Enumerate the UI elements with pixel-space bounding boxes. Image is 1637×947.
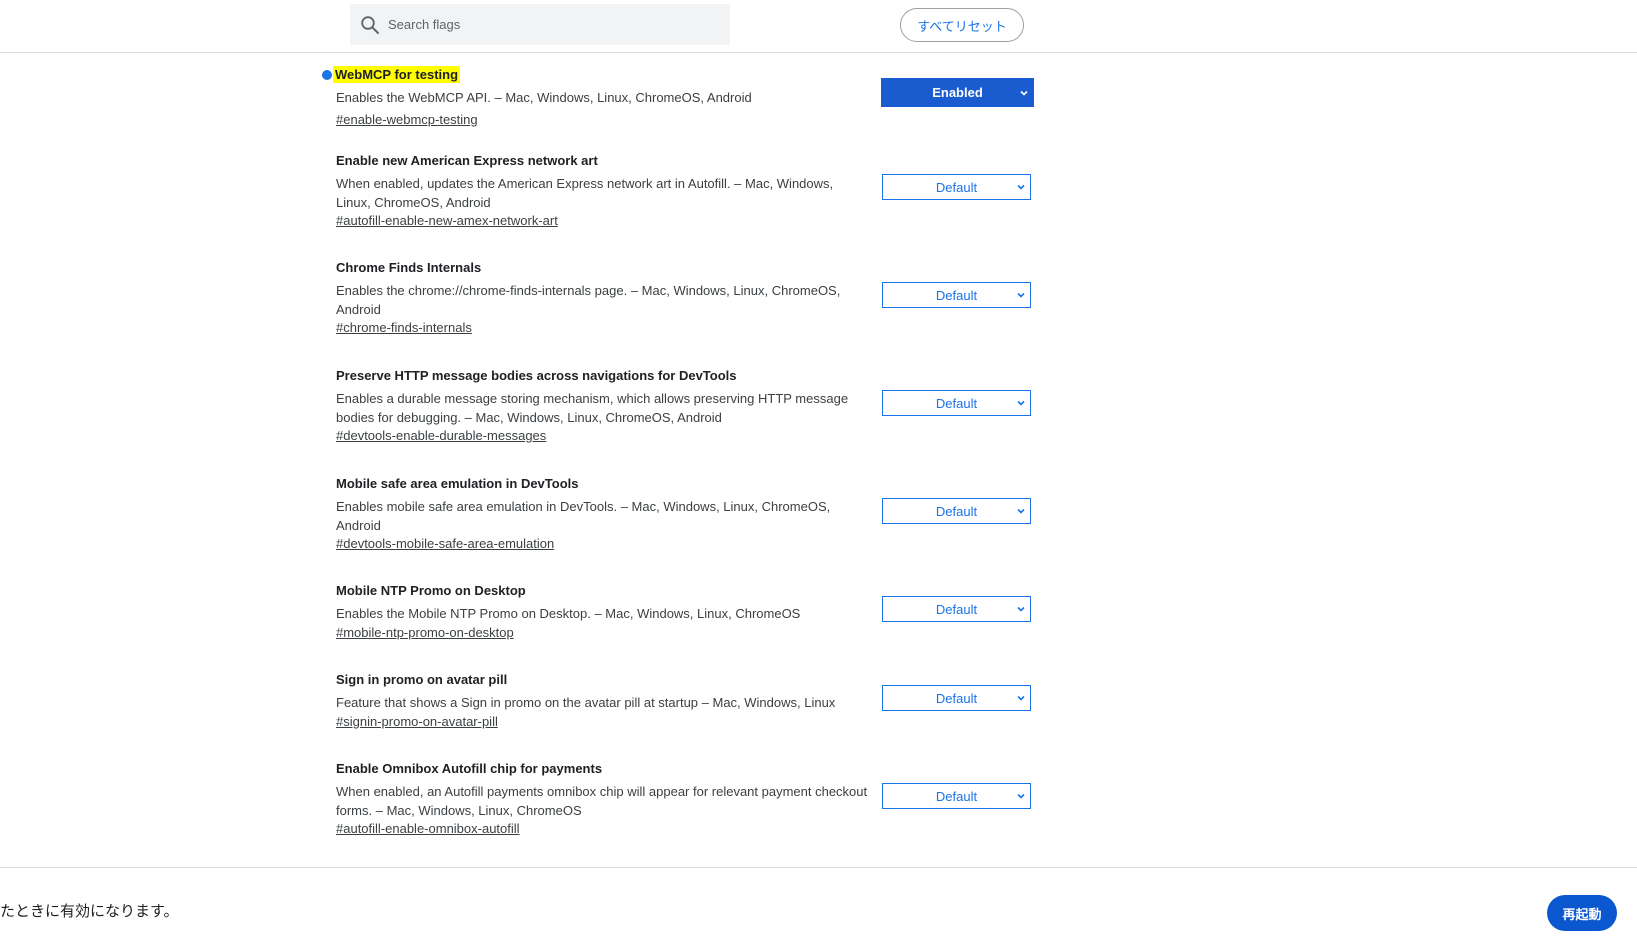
- search-box[interactable]: [350, 4, 730, 45]
- flag-description: Enables the WebMCP API. – Mac, Windows, …: [336, 90, 752, 105]
- flag-state-value: Default: [935, 503, 978, 519]
- flag-link[interactable]: #enable-webmcp-testing: [336, 111, 478, 128]
- chevron-down-icon: [1017, 184, 1025, 190]
- chevron-down-icon: [1020, 90, 1028, 96]
- flag-link[interactable]: #mobile-ntp-promo-on-desktop: [336, 624, 514, 641]
- header: すべてリセット: [0, 0, 1637, 53]
- flag-link[interactable]: #devtools-enable-durable-messages: [336, 427, 546, 444]
- flag-title: Mobile safe area emulation in DevTools: [336, 476, 579, 491]
- flag-description: When enabled, an Autofill payments omnib…: [336, 784, 868, 818]
- relaunch-button[interactable]: 再起動: [1547, 895, 1617, 931]
- flag-title: Preserve HTTP message bodies across navi…: [336, 368, 737, 383]
- flag-state-select[interactable]: Enabled: [881, 78, 1034, 107]
- chevron-down-icon: [1017, 606, 1025, 612]
- flag-link[interactable]: #autofill-enable-omnibox-autofill: [336, 820, 520, 837]
- flag-description: Enables the chrome://chrome-finds-intern…: [336, 283, 841, 317]
- flag-description: Enables a durable message storing mechan…: [336, 391, 849, 425]
- flag-state-select[interactable]: Default: [882, 282, 1031, 308]
- flag-link[interactable]: #devtools-mobile-safe-area-emulation: [336, 535, 554, 552]
- flag-description: Enables mobile safe area emulation in De…: [336, 499, 831, 533]
- relaunch-message: たときに有効になります。: [0, 902, 179, 920]
- flag-state-value: Default: [935, 788, 978, 804]
- flag-state-select[interactable]: Default: [882, 390, 1031, 416]
- flag-title: Sign in promo on avatar pill: [336, 672, 508, 687]
- flag-state-select[interactable]: Default: [882, 498, 1031, 524]
- search-input[interactable]: [386, 4, 718, 45]
- flag-state-value: Enabled: [932, 85, 983, 100]
- chevron-down-icon: [1017, 292, 1025, 298]
- flag-state-value: Default: [935, 287, 978, 303]
- flag-list: WebMCP for testing Enables the WebMCP AP…: [0, 52, 1637, 867]
- flag-title: Mobile NTP Promo on Desktop: [336, 583, 526, 598]
- flag-state-select[interactable]: Default: [882, 685, 1031, 711]
- reset-all-button[interactable]: すべてリセット: [900, 8, 1024, 42]
- flag-state-value: Default: [935, 601, 978, 617]
- flag-state-value: Default: [935, 395, 978, 411]
- flag-description: Feature that shows a Sign in promo on th…: [336, 695, 836, 710]
- flag-title: WebMCP for testing: [333, 66, 461, 83]
- flag-state-select[interactable]: Default: [882, 596, 1031, 622]
- flag-state-select[interactable]: Default: [882, 783, 1031, 809]
- flag-link[interactable]: #autofill-enable-new-amex-network-art: [336, 212, 558, 229]
- modified-indicator: [322, 70, 332, 80]
- flag-state-select[interactable]: Default: [882, 174, 1031, 200]
- chevron-down-icon: [1017, 793, 1025, 799]
- chevron-down-icon: [1017, 508, 1025, 514]
- flag-description: When enabled, updates the American Expre…: [336, 176, 834, 210]
- flag-state-value: Default: [935, 690, 978, 706]
- flag-link[interactable]: #chrome-finds-internals: [336, 319, 472, 336]
- flags-page: すべてリセット WebMCP for testing Enables the W…: [0, 0, 1637, 947]
- chevron-down-icon: [1017, 400, 1025, 406]
- flag-title: Enable new American Express network art: [336, 153, 598, 168]
- chevron-down-icon: [1017, 695, 1025, 701]
- flag-link[interactable]: #signin-promo-on-avatar-pill: [336, 713, 498, 730]
- flag-title: Chrome Finds Internals: [336, 260, 482, 275]
- search-icon: [361, 16, 379, 34]
- flag-description: Enables the Mobile NTP Promo on Desktop.…: [336, 606, 801, 621]
- flag-state-value: Default: [935, 179, 978, 195]
- relaunch-bar: たときに有効になります。 再起動: [0, 867, 1637, 947]
- flag-title: Enable Omnibox Autofill chip for payment…: [336, 761, 603, 776]
